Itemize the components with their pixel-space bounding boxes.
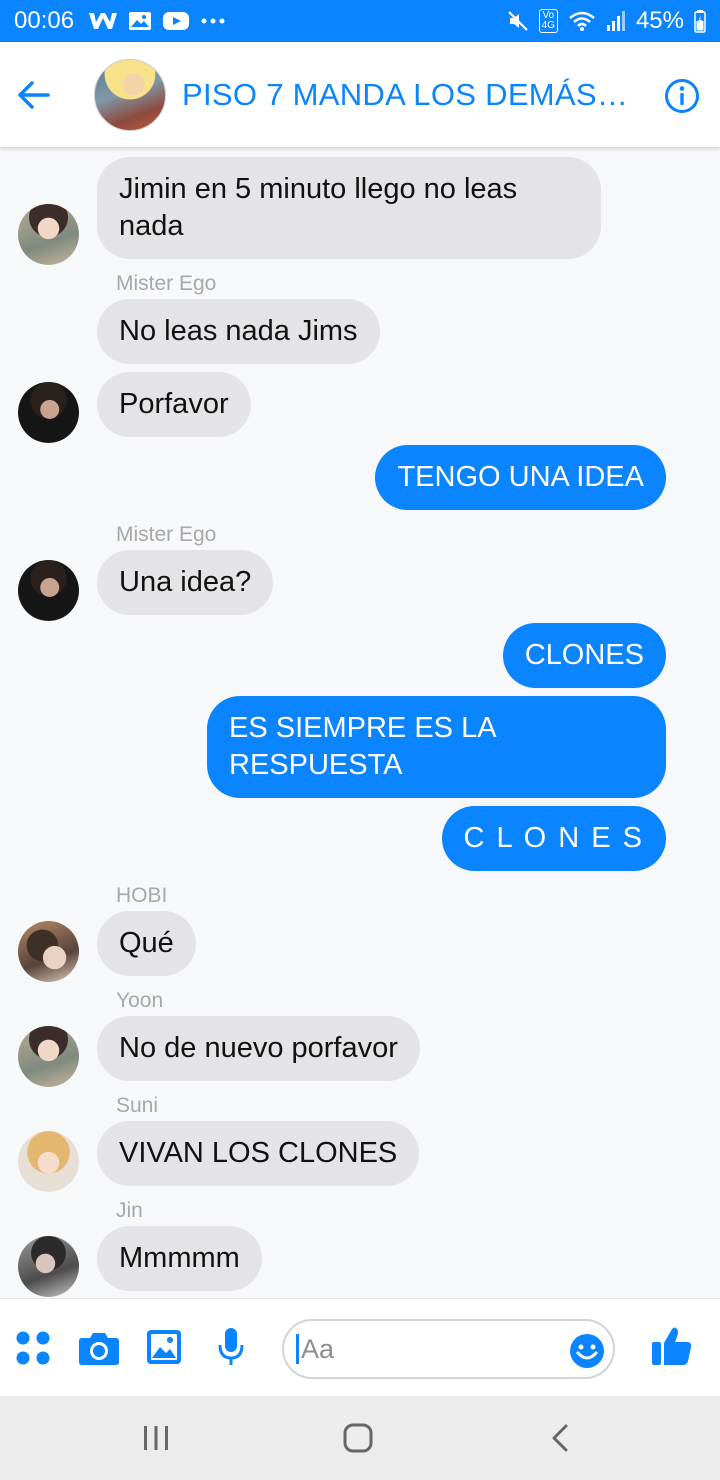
more-dots-icon bbox=[200, 17, 226, 25]
sender-avatar[interactable] bbox=[18, 560, 79, 621]
message-bubble-outgoing[interactable]: ES SIEMPRE ES LA RESPUESTA bbox=[207, 696, 666, 798]
recent-apps-icon bbox=[144, 1426, 168, 1450]
volte-icon: Vo 4G bbox=[538, 9, 558, 33]
signal-icon bbox=[606, 10, 626, 32]
system-indicators: Vo 4G 45% bbox=[507, 7, 706, 35]
sender-name: Suni bbox=[116, 1094, 159, 1117]
sender-avatar[interactable] bbox=[18, 1026, 79, 1087]
like-button[interactable] bbox=[650, 1325, 694, 1367]
sender-avatar[interactable] bbox=[18, 921, 79, 982]
sender-avatar[interactable] bbox=[18, 1131, 79, 1192]
image-icon bbox=[147, 1330, 181, 1364]
thumbs-up-icon bbox=[652, 1327, 692, 1365]
microphone-icon bbox=[218, 1328, 244, 1365]
emoji-icon bbox=[570, 1334, 604, 1368]
gallery-icon bbox=[128, 10, 152, 32]
nav-back-icon bbox=[552, 1424, 568, 1452]
sender-name: Yoon bbox=[116, 989, 164, 1012]
status-time: 00:06 bbox=[14, 7, 75, 34]
message-input[interactable] bbox=[301, 1333, 541, 1365]
sender-name: HOBI bbox=[116, 884, 168, 907]
message-bubble-incoming[interactable]: Una idea? bbox=[97, 550, 274, 615]
youtube-icon bbox=[162, 10, 190, 32]
back-button[interactable] bbox=[4, 65, 64, 125]
voice-button[interactable] bbox=[216, 1327, 246, 1367]
info-button[interactable] bbox=[664, 78, 700, 114]
home-icon bbox=[343, 1423, 373, 1453]
sender-name: Mister Ego bbox=[116, 523, 217, 546]
apps-button[interactable] bbox=[14, 1329, 52, 1367]
notification-icons bbox=[88, 10, 226, 32]
sender-name: Jin bbox=[116, 1199, 143, 1222]
sender-avatar[interactable] bbox=[18, 382, 79, 443]
mute-icon bbox=[507, 10, 529, 32]
nav-back-button[interactable] bbox=[540, 1418, 580, 1458]
sender-name: Mister Ego bbox=[116, 272, 217, 295]
message-bubble-incoming[interactable]: No leas nada Jims bbox=[97, 299, 380, 364]
info-icon bbox=[665, 79, 699, 113]
wattpad-icon bbox=[88, 10, 118, 32]
message-input-container[interactable] bbox=[282, 1319, 615, 1379]
message-bubble-outgoing[interactable]: TENGO UNA IDEA bbox=[375, 445, 666, 510]
camera-button[interactable] bbox=[78, 1329, 120, 1367]
message-bubble-incoming[interactable]: No de nuevo porfavor bbox=[97, 1016, 420, 1081]
apps-icon bbox=[16, 1331, 50, 1365]
chat-header: PISO 7 MANDA LOS DEMÁS… bbox=[0, 42, 720, 148]
chat-title[interactable]: PISO 7 MANDA LOS DEMÁS… bbox=[182, 77, 628, 113]
message-list[interactable]: Jimin en 5 minuto llego no leas nada Mis… bbox=[0, 148, 720, 1298]
status-bar: 00:06 Vo 4G 45% bbox=[0, 0, 720, 42]
home-button[interactable] bbox=[338, 1418, 378, 1458]
message-bubble-incoming[interactable]: Porfavor bbox=[97, 372, 251, 437]
message-bubble-incoming[interactable]: VIVAN LOS CLONES bbox=[97, 1121, 420, 1186]
message-bubble-outgoing[interactable]: CLONES bbox=[502, 623, 666, 688]
gallery-button[interactable] bbox=[146, 1329, 182, 1365]
message-bubble-outgoing[interactable]: C L O N E S bbox=[441, 806, 666, 871]
camera-icon bbox=[79, 1333, 119, 1365]
message-bubble-incoming[interactable]: Jimin en 5 minuto llego no leas nada bbox=[97, 157, 601, 259]
battery-icon bbox=[694, 9, 706, 33]
system-navigation-bar bbox=[0, 1396, 720, 1480]
text-caret bbox=[296, 1334, 299, 1364]
battery-percent: 45% bbox=[635, 7, 684, 34]
back-arrow-icon bbox=[18, 80, 50, 109]
message-bubble-incoming[interactable]: Qué bbox=[97, 911, 196, 976]
wifi-icon bbox=[568, 10, 596, 32]
group-avatar[interactable] bbox=[94, 58, 166, 131]
emoji-button[interactable] bbox=[569, 1333, 605, 1369]
sender-avatar[interactable] bbox=[18, 204, 79, 265]
recent-apps-button[interactable] bbox=[136, 1418, 176, 1458]
message-composer bbox=[0, 1298, 720, 1396]
message-bubble-incoming[interactable]: Mmmmm bbox=[97, 1226, 262, 1291]
sender-avatar[interactable] bbox=[18, 1236, 79, 1297]
